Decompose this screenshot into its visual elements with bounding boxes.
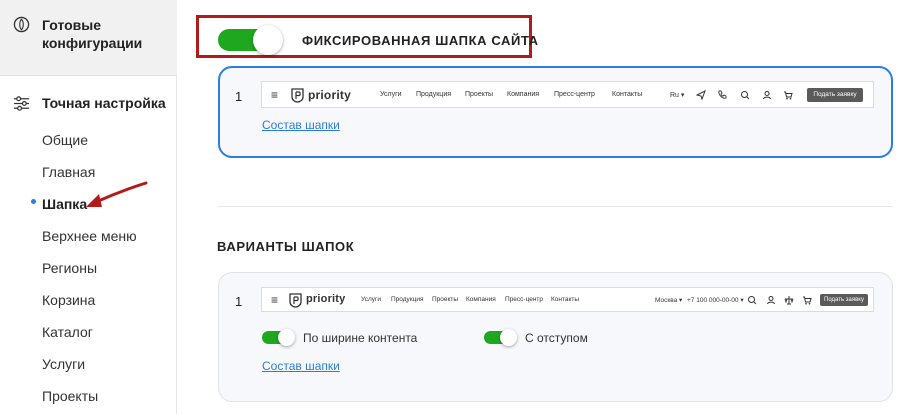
sidebar-item-projects[interactable]: Проекты [42,388,98,404]
preview-nav-contacts: Контакты [551,296,580,303]
preview-nav-company: Компания [466,296,496,303]
send-icon [696,90,706,100]
content-width-label: По ширине контента [303,331,418,345]
preview-nav-press: Пресс-центр [554,91,595,98]
fixed-header-label: ФИКСИРОВАННАЯ ШАПКА САЙТА [302,33,539,48]
header-preview: ≡ priority Услуги Продукция Проекты Комп… [261,287,874,312]
scales-icon [784,296,794,305]
active-item-dot [31,199,36,204]
palette-icon [13,16,30,33]
cart-icon [784,91,793,100]
header-composition-link[interactable]: Состав шапки [262,359,340,373]
user-icon [767,296,775,305]
toggle-knob [253,25,283,55]
preview-city: Москва ▾ [655,297,683,304]
hamburger-icon: ≡ [271,88,279,102]
section-divider [218,206,893,207]
preview-phone: +7 100 000-00-00 ▾ [687,297,744,304]
apply-button: Подать заявку [820,294,868,306]
sidebar-item-general[interactable]: Общие [42,132,88,148]
with-margin-label: С отступом [525,331,588,345]
priority-logo-icon [291,88,304,103]
logo-text: priority [306,293,346,305]
priority-logo-icon [289,293,302,308]
fixed-header-card[interactable] [218,66,893,158]
preview-nav-services: Услуги [361,296,381,303]
apply-button: Подать заявку [807,88,863,102]
search-icon [741,91,750,100]
logo-text: priority [308,88,351,102]
header-variant-number: 1 [235,89,243,104]
variants-title: ВАРИАНТЫ ШАПОК [217,239,355,254]
preview-nav-projects: Проекты [465,91,494,98]
preview-nav-products: Продукция [416,91,452,98]
sidebar-item-header[interactable]: Шапка [42,196,87,212]
sidebar-item-catalog[interactable]: Каталог [42,324,93,340]
sidebar-item-regions[interactable]: Регионы [42,260,97,276]
ready-configurations-item[interactable]: Готовые конфигурации [0,0,177,76]
sidebar-item-services[interactable]: Услуги [42,356,85,372]
sidebar-item-top-menu[interactable]: Верхнее меню [42,228,137,244]
content-width-toggle[interactable] [262,329,295,346]
preview-nav-products: Продукция [391,296,424,303]
preview-lang: Ru ▾ [670,92,685,99]
fixed-header-toggle[interactable] [218,25,283,55]
ready-configurations-label: Готовые конфигурации [42,17,143,51]
toggle-knob [500,329,517,346]
header-composition-link[interactable]: Состав шапки [262,118,340,132]
preview-lang-value: Ru [670,92,679,99]
toggle-knob [278,329,295,346]
preview-nav-services: Услуги [380,91,402,98]
sidebar-item-main[interactable]: Главная [42,164,95,180]
sliders-icon [13,96,30,111]
fine-tuning-label: Точная настройка [42,95,166,111]
with-margin-toggle[interactable] [484,329,517,346]
preview-nav-press: Пресс-центр [505,296,544,303]
sidebar-item-cart[interactable]: Корзина [42,292,95,308]
phone-icon [718,90,727,99]
preview-phone-value: +7 100 000-00-00 [687,297,739,304]
preview-city-value: Москва [655,297,678,304]
header-variant-number: 1 [235,294,243,309]
cart-icon [803,296,812,305]
fine-tuning-item[interactable]: Точная настройка [0,94,177,114]
search-icon [748,296,757,305]
hamburger-icon: ≡ [271,293,279,307]
preview-nav-projects: Проекты [432,296,459,303]
header-preview: ≡ priority Услуги Продукция Проекты Комп… [261,81,874,108]
preview-nav-contacts: Контакты [612,91,643,98]
red-arrow-annotation [86,181,148,207]
preview-nav-company: Компания [507,91,540,98]
user-icon [763,91,771,100]
